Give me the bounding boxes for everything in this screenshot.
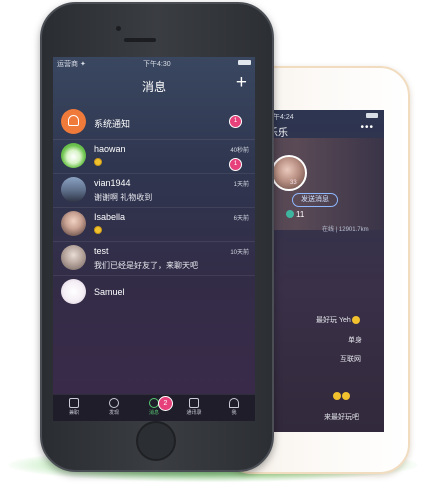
tab-me[interactable]: 我: [219, 398, 249, 416]
tab-contacts[interactable]: 通讯录: [179, 398, 209, 416]
status-time: 下午4:30: [143, 61, 171, 68]
conversation-name: vian1944: [94, 178, 131, 188]
front-phone-screen: 运营商 ✦ 下午4:30 消息 + 系统通知 1 haowan 40秒前 1 v…: [53, 57, 255, 421]
profile-avatar[interactable]: [271, 155, 307, 191]
carrier-label: 运营商 ✦: [57, 61, 86, 68]
conversation-row[interactable]: Samuel: [53, 275, 255, 309]
tab-label: 发现: [108, 410, 119, 416]
smile-emoji-icon: [94, 226, 102, 234]
tab-label: 通讯录: [186, 410, 202, 416]
person-icon: [229, 398, 239, 408]
profile-field: 互联网: [340, 356, 361, 363]
conversation-name: test: [94, 246, 109, 256]
system-notice-avatar: [61, 109, 86, 134]
online-status: 在线 | 12901.7km: [322, 227, 369, 233]
avatar: [61, 245, 86, 270]
smile-emoji-icon: [351, 316, 360, 325]
tab-label: 消息: [148, 410, 159, 416]
camera-icon: [116, 26, 121, 31]
conversation-message: [94, 158, 102, 168]
conversation-row[interactable]: Isabella 6天前: [53, 207, 255, 242]
smile-emoji-icon: [94, 158, 102, 166]
conversation-message: [94, 226, 102, 236]
profile-field-text: 最好玩 Yeh: [316, 317, 351, 324]
conversation-time: 6天前: [233, 216, 249, 222]
conversation-name: Isabella: [94, 212, 126, 222]
unread-badge: 1: [229, 158, 242, 171]
conversation-name: 系统通知: [94, 119, 131, 129]
conversation-row[interactable]: haowan 40秒前 1: [53, 139, 255, 174]
send-message-button[interactable]: 发送消息: [292, 193, 338, 207]
conversation-time: 1天前: [233, 182, 249, 188]
profile-field: 来最好玩吧: [324, 414, 359, 421]
conversation-name: haowan: [94, 144, 126, 154]
battery-icon: [238, 60, 251, 65]
conversation-time: 10天前: [230, 250, 249, 256]
conversation-time: 40秒前: [230, 148, 249, 154]
plus-icon[interactable]: +: [236, 71, 247, 95]
profile-field: 单身: [348, 337, 362, 344]
home-button[interactable]: [136, 421, 176, 461]
page-title: 消息: [141, 80, 166, 94]
profile-field: 最好玩 Yeh: [316, 315, 360, 325]
contacts-icon: [189, 398, 199, 408]
unread-badge: 1: [229, 115, 242, 128]
conversation-row[interactable]: test 我们已经是好友了，来聊天吧 10天前: [53, 241, 255, 276]
emoji-row: [332, 392, 350, 400]
conversation-name: Samuel: [94, 287, 125, 297]
speaker-icon: [124, 38, 156, 42]
conversation-row[interactable]: 系统通知 1: [53, 105, 255, 140]
status-bar: 运营商 ✦ 下午4:30: [53, 57, 255, 69]
tab-discover[interactable]: 发现: [99, 398, 129, 416]
more-icon[interactable]: •••: [360, 122, 374, 133]
avatar: [61, 143, 86, 168]
tab-label: 兼职: [68, 410, 79, 416]
face-emoji-icon: [333, 392, 341, 400]
stat-icon: [286, 210, 294, 218]
profile-stat: 11: [296, 210, 305, 219]
battery-icon: [366, 113, 378, 118]
tab-bar: 兼职 发现 消息 通讯录 我: [53, 394, 255, 421]
avatar: [61, 211, 86, 236]
conversation-row[interactable]: vian1944 谢谢啊 礼物收到 1天前: [53, 173, 255, 208]
tab-jobs[interactable]: 兼职: [59, 398, 89, 416]
avatar: [61, 279, 86, 304]
profile-level: 33: [290, 180, 297, 186]
nav-bar: 消息 +: [53, 69, 255, 105]
tab-label: 我: [231, 410, 237, 416]
face-emoji-icon: [342, 392, 350, 400]
bell-icon: [68, 115, 79, 126]
conversation-message: 谢谢啊 礼物收到: [94, 193, 153, 202]
tab-unread-badge: 2: [158, 396, 173, 411]
gift-icon: [69, 398, 79, 408]
compass-icon: [109, 398, 119, 408]
conversation-message: 我们已经是好友了，来聊天吧: [94, 261, 198, 270]
avatar: [61, 177, 86, 202]
